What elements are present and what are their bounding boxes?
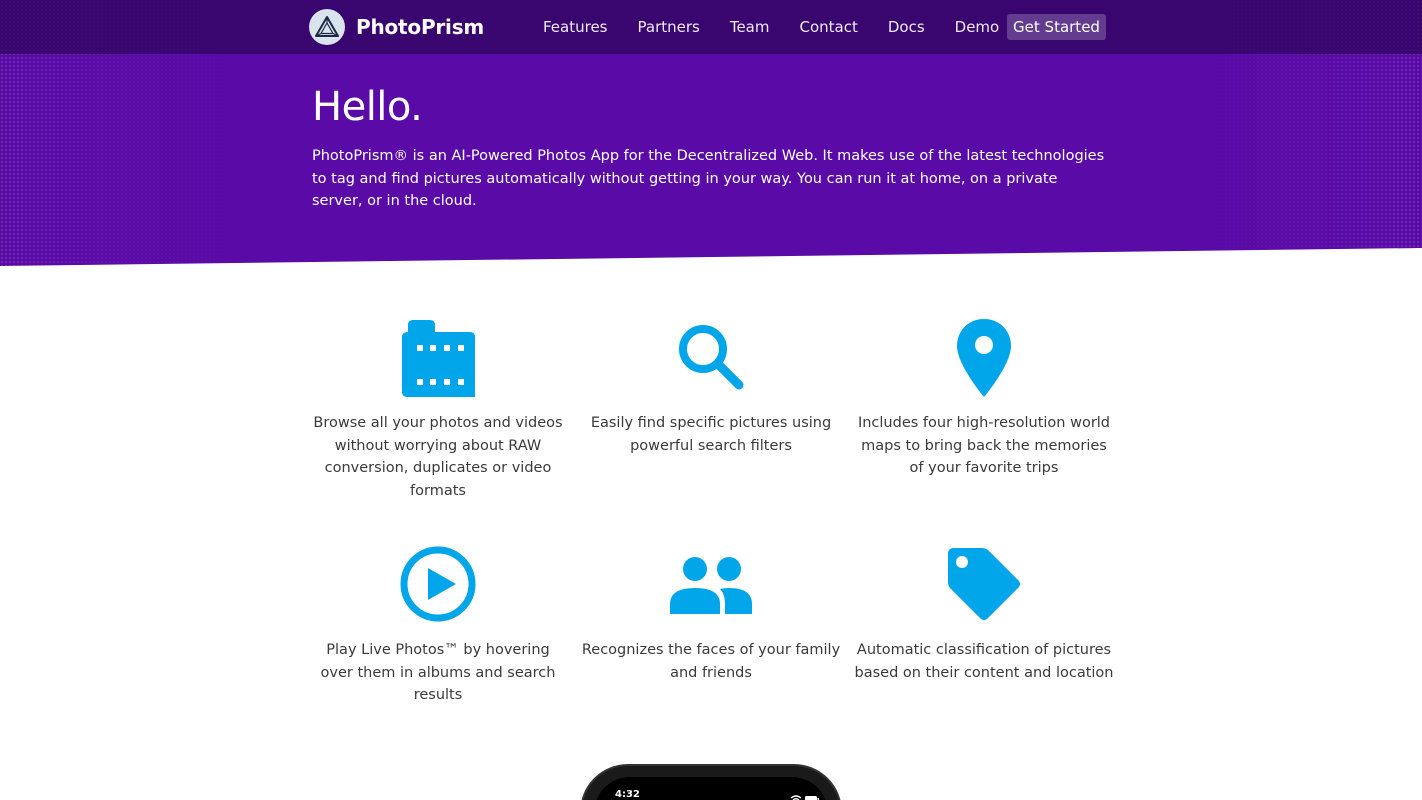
feature-text: Browse all your photos and videos withou… — [313, 415, 563, 499]
film-icon — [393, 312, 483, 402]
search-icon — [666, 312, 756, 402]
nav-link-contact[interactable]: Contact — [785, 14, 873, 40]
get-started-button[interactable]: Get Started — [1007, 14, 1106, 40]
feature-text: Includes four high-resolution world maps… — [857, 415, 1111, 476]
nav-link-team[interactable]: Team — [715, 14, 785, 40]
nav-link-features[interactable]: Features — [528, 14, 623, 40]
tag-icon — [939, 539, 1029, 629]
brand[interactable]: PhotoPrism — [309, 9, 484, 45]
nav-links: Features Partners Team Contact Docs Demo — [528, 14, 1014, 40]
photoprism-logo-icon — [309, 9, 345, 45]
phone-status-icons — [790, 791, 820, 800]
nav-link-partners[interactable]: Partners — [623, 14, 715, 40]
page-title: Hello. — [312, 84, 423, 130]
feature-text: Recognizes the faces of your family and … — [581, 642, 841, 681]
hero-description: PhotoPrism® is an AI-Powered Photos App … — [312, 148, 1105, 209]
brand-name: PhotoPrism — [356, 15, 485, 39]
people-icon — [666, 539, 756, 629]
nav-link-demo[interactable]: Demo — [940, 14, 1015, 40]
nav-link-docs[interactable]: Docs — [873, 14, 940, 40]
phone-mockup: 4:32 — [580, 764, 842, 800]
phone-clock: 4:32 — [615, 789, 640, 800]
feature-text: Easily find specific pictures using powe… — [590, 415, 832, 454]
top-navbar: PhotoPrism Features Partners Team Contac… — [0, 0, 1422, 54]
feature-text: Automatic classification of pictures bas… — [854, 642, 1114, 681]
play-circle-icon — [393, 539, 483, 629]
map-pin-icon — [939, 312, 1029, 402]
feature-text: Play Live Photos™ by hovering over them … — [320, 642, 556, 703]
